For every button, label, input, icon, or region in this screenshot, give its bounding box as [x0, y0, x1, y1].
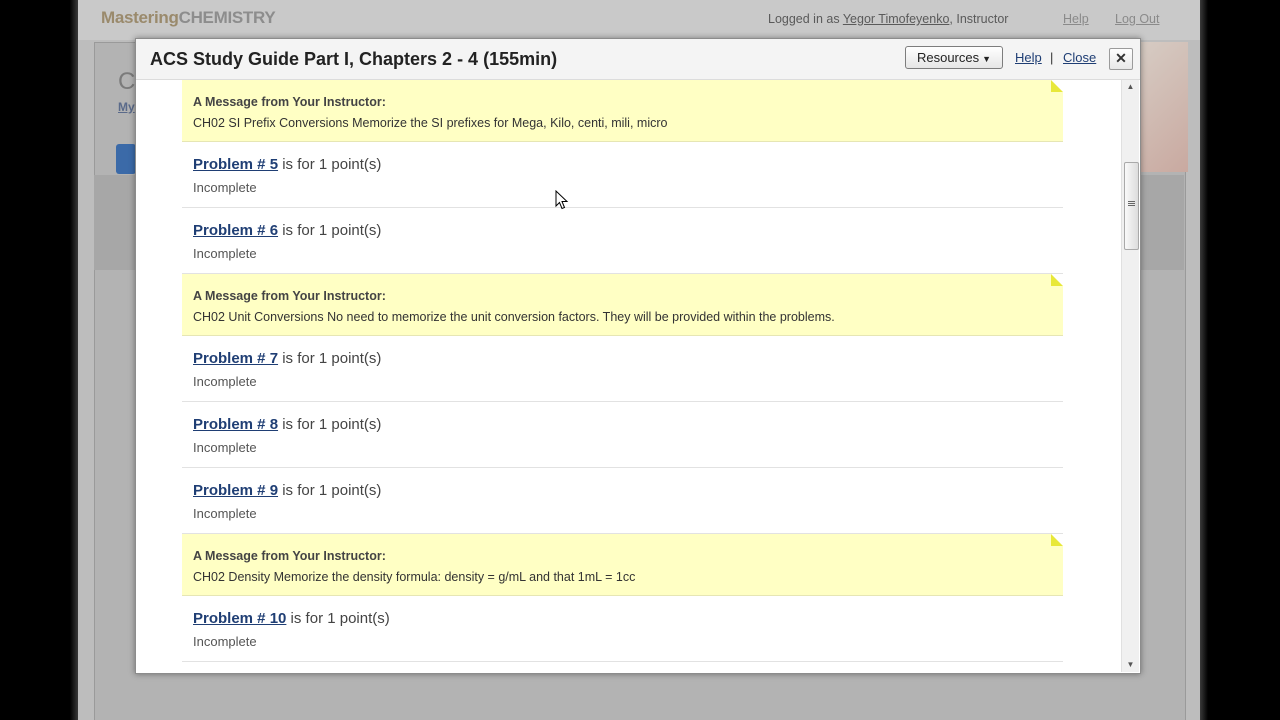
- message-text: CH02 SI Prefix Conversions Memorize the …: [193, 116, 668, 130]
- problem-status: Incomplete: [193, 440, 257, 455]
- problem-link[interactable]: Problem # 8: [193, 416, 278, 433]
- background-course-title: C: [118, 68, 136, 95]
- scrollbar-thumb[interactable]: [1124, 162, 1139, 250]
- problem-points: is for 1 point(s): [278, 156, 382, 173]
- problem-line: Problem # 6 is for 1 point(s): [193, 222, 381, 239]
- instructor-message: A Message from Your Instructor: CH02 SI P…: [182, 80, 1063, 142]
- problem-points: is for 1 point(s): [278, 482, 382, 499]
- message-text: CH02 Unit Conversions No need to memoriz…: [193, 310, 835, 324]
- vertical-scrollbar[interactable]: ▲ ▼: [1121, 80, 1139, 672]
- problem-points: is for 1 point(s): [278, 416, 382, 433]
- message-title: A Message from Your Instructor:: [193, 289, 386, 303]
- problem-line: Problem # 5 is for 1 point(s): [193, 156, 381, 173]
- instructor-message: A Message from Your Instructor: CH02 Dens…: [182, 534, 1063, 596]
- mouse-cursor-icon: [555, 190, 569, 210]
- background-button: [116, 144, 136, 174]
- close-icon[interactable]: ✕: [1109, 48, 1133, 70]
- note-corner-icon: [1051, 534, 1063, 546]
- dialog-title: ACS Study Guide Part I, Chapters 2 - 4 (…: [150, 49, 558, 69]
- assignment-dialog: ACS Study Guide Part I, Chapters 2 - 4 (…: [135, 38, 1141, 674]
- dialog-close-link[interactable]: Close: [1063, 50, 1096, 65]
- problem-status: Incomplete: [193, 246, 257, 261]
- problem-row: Problem # 9 is for 1 point(s) Incomplete: [182, 468, 1063, 534]
- logo: MasteringCHEMISTRY: [101, 8, 276, 28]
- assignment-item-list: A Message from Your Instructor: CH02 SI P…: [182, 80, 1063, 662]
- problem-line: Problem # 7 is for 1 point(s): [193, 350, 381, 367]
- problem-line: Problem # 8 is for 1 point(s): [193, 416, 381, 433]
- problem-status: Incomplete: [193, 180, 257, 195]
- logo-text-mastering: Mastering: [101, 8, 179, 27]
- help-link[interactable]: Help: [1063, 12, 1089, 26]
- user-role: , Instructor: [949, 12, 1009, 26]
- message-title: A Message from Your Instructor:: [193, 549, 386, 563]
- problem-points: is for 1 point(s): [278, 350, 382, 367]
- note-corner-icon: [1051, 274, 1063, 286]
- background-link: My: [118, 100, 135, 114]
- video-letterbox-left: [0, 0, 78, 720]
- problem-line: Problem # 10 is for 1 point(s): [193, 610, 390, 627]
- dialog-content: A Message from Your Instructor: CH02 SI P…: [136, 80, 1140, 672]
- problem-line: Problem # 9 is for 1 point(s): [193, 482, 381, 499]
- problem-link[interactable]: Problem # 10: [193, 610, 286, 627]
- note-corner-icon: [1051, 80, 1063, 92]
- problem-link[interactable]: Problem # 6: [193, 222, 278, 239]
- resources-label: Resources: [916, 50, 980, 65]
- instructor-message: A Message from Your Instructor: CH02 Unit…: [182, 274, 1063, 336]
- problem-status: Incomplete: [193, 374, 257, 389]
- resources-dropdown-button[interactable]: Resources ▼: [905, 46, 1003, 69]
- header-separator: |: [1050, 50, 1054, 65]
- problem-status: Incomplete: [193, 634, 257, 649]
- problem-status: Incomplete: [193, 506, 257, 521]
- problem-row: Problem # 6 is for 1 point(s) Incomplete: [182, 208, 1063, 274]
- problem-link[interactable]: Problem # 7: [193, 350, 278, 367]
- logged-in-label: Logged in as: [768, 12, 840, 26]
- problem-points: is for 1 point(s): [278, 222, 382, 239]
- problem-row: Problem # 8 is for 1 point(s) Incomplete: [182, 402, 1063, 468]
- logo-text-chemistry: CHEMISTRY: [178, 8, 276, 27]
- chevron-down-icon: ▼: [982, 54, 992, 64]
- app-header: MasteringCHEMISTRY Logged in as Yegor Ti…: [78, 0, 1200, 40]
- scroll-up-icon[interactable]: ▲: [1122, 80, 1139, 94]
- problem-row: Problem # 5 is for 1 point(s) Incomplete: [182, 142, 1063, 208]
- scroll-grip-icon: [1128, 201, 1135, 207]
- problem-link[interactable]: Problem # 5: [193, 156, 278, 173]
- problem-points: is for 1 point(s): [286, 610, 390, 627]
- problem-row: Problem # 10 is for 1 point(s) Incomplete: [182, 596, 1063, 662]
- logout-link[interactable]: Log Out: [1115, 12, 1159, 26]
- problem-row: Problem # 7 is for 1 point(s) Incomplete: [182, 336, 1063, 402]
- scroll-down-icon[interactable]: ▼: [1122, 658, 1139, 672]
- dialog-header: ACS Study Guide Part I, Chapters 2 - 4 (…: [136, 39, 1140, 80]
- dialog-help-link[interactable]: Help: [1015, 50, 1042, 65]
- video-letterbox-right: [1200, 0, 1280, 720]
- message-title: A Message from Your Instructor:: [193, 95, 386, 109]
- message-text: CH02 Density Memorize the density formul…: [193, 570, 636, 584]
- user-info: Logged in as Yegor Timofeyenko, Instruct…: [768, 12, 1008, 26]
- problem-link[interactable]: Problem # 9: [193, 482, 278, 499]
- user-name-link[interactable]: Yegor Timofeyenko: [843, 12, 950, 26]
